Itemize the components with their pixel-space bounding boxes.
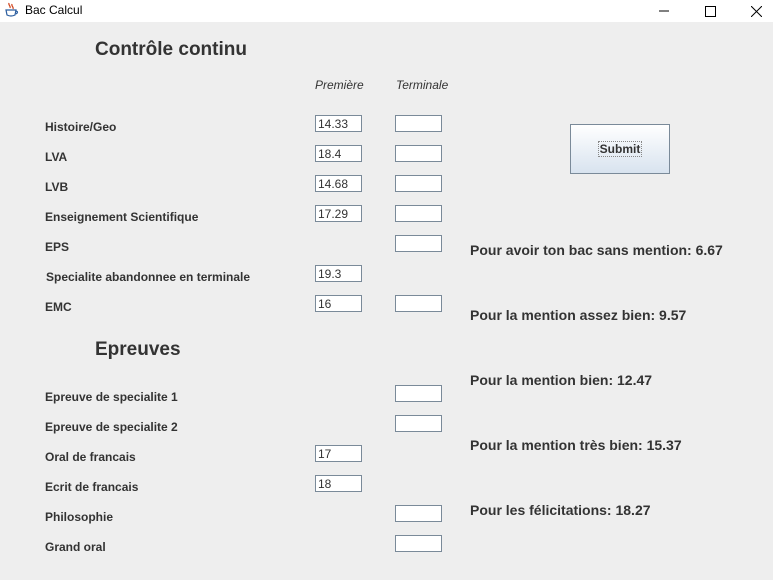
lva-terminale-field[interactable] bbox=[395, 145, 442, 162]
lvb-label: LVB bbox=[45, 180, 69, 194]
histoire-geo-premiere-field[interactable] bbox=[315, 115, 362, 132]
lva-premiere-field[interactable] bbox=[315, 145, 362, 162]
terminale-column-header: Terminale bbox=[396, 78, 449, 92]
enseignement-scientifique-label: Enseignement Scientifique bbox=[45, 210, 199, 224]
epreuve-specialite-2-label: Epreuve de specialite 2 bbox=[45, 420, 178, 434]
philosophie-label: Philosophie bbox=[45, 510, 114, 524]
emc-terminale-field[interactable] bbox=[395, 295, 442, 312]
lvb-terminale-field[interactable] bbox=[395, 175, 442, 192]
result-bien: Pour la mention bien: 12.47 bbox=[470, 372, 653, 388]
result-sans-mention: Pour avoir ton bac sans mention: 6.67 bbox=[470, 242, 723, 258]
ecrit-francais-label: Ecrit de francais bbox=[45, 480, 139, 494]
grand-oral-label: Grand oral bbox=[45, 540, 106, 554]
eps-label: EPS bbox=[45, 240, 70, 254]
histoire-geo-label: Histoire/Geo bbox=[45, 120, 117, 134]
emc-label: EMC bbox=[45, 300, 72, 314]
title-bar: Bac Calcul bbox=[0, 0, 773, 22]
maximize-button[interactable] bbox=[687, 0, 733, 22]
ecrit-francais-premiere-field[interactable] bbox=[315, 475, 362, 492]
window-title: Bac Calcul bbox=[25, 3, 83, 17]
enseignement-scientifique-terminale-field[interactable] bbox=[395, 205, 442, 222]
result-tres-bien: Pour la mention très bien: 15.37 bbox=[470, 437, 682, 453]
submit-button[interactable]: Submit bbox=[570, 124, 670, 174]
submit-label: Submit bbox=[597, 141, 643, 157]
result-felicitations: Pour les félicitations: 18.27 bbox=[470, 502, 651, 518]
close-button[interactable] bbox=[733, 0, 773, 22]
close-icon bbox=[750, 5, 762, 17]
grand-oral-terminale-field[interactable] bbox=[395, 535, 442, 552]
specialite-abandonnee-label: Specialite abandonnee en terminale bbox=[46, 270, 251, 284]
philosophie-terminale-field[interactable] bbox=[395, 505, 442, 522]
epreuves-heading: Epreuves bbox=[95, 339, 181, 360]
main-panel: Contrôle continu Première Terminale Hist… bbox=[0, 22, 773, 580]
emc-premiere-field[interactable] bbox=[315, 295, 362, 312]
oral-francais-premiere-field[interactable] bbox=[315, 445, 362, 462]
maximize-icon bbox=[704, 5, 716, 17]
epreuve-specialite-1-terminale-field[interactable] bbox=[395, 385, 442, 402]
eps-terminale-field[interactable] bbox=[395, 235, 442, 252]
oral-francais-label: Oral de francais bbox=[45, 450, 136, 464]
minimize-button[interactable] bbox=[641, 0, 687, 22]
java-cup-icon bbox=[5, 2, 19, 17]
enseignement-scientifique-premiere-field[interactable] bbox=[315, 205, 362, 222]
specialite-abandonnee-premiere-field[interactable] bbox=[315, 265, 362, 282]
lva-label: LVA bbox=[45, 150, 68, 164]
minimize-icon bbox=[659, 10, 669, 12]
controle-continu-heading: Contrôle continu bbox=[95, 39, 247, 60]
epreuve-specialite-1-label: Epreuve de specialite 1 bbox=[45, 390, 178, 404]
result-assez-bien: Pour la mention assez bien: 9.57 bbox=[470, 307, 687, 323]
premiere-column-header: Première bbox=[315, 78, 364, 92]
epreuve-specialite-2-terminale-field[interactable] bbox=[395, 415, 442, 432]
lvb-premiere-field[interactable] bbox=[315, 175, 362, 192]
histoire-geo-terminale-field[interactable] bbox=[395, 115, 442, 132]
